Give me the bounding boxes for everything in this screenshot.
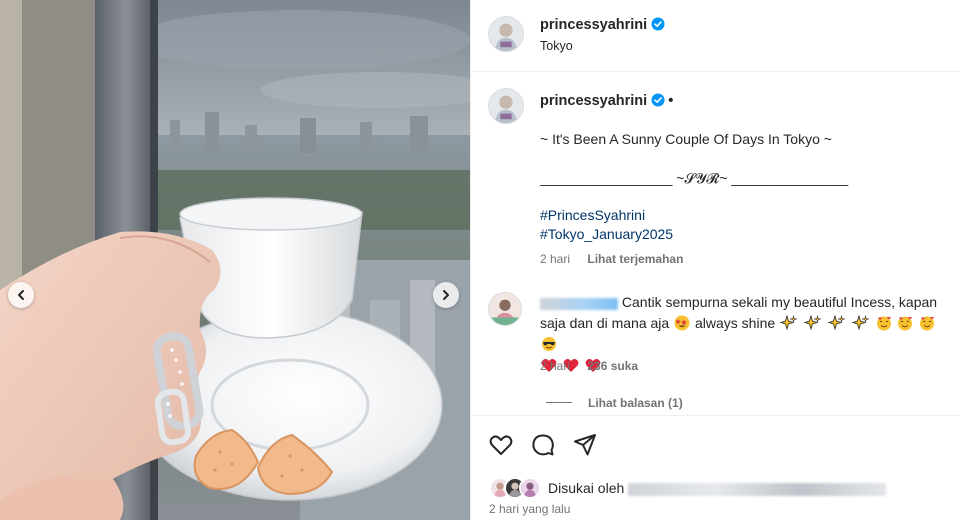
caption-author-avatar[interactable] <box>488 88 524 124</box>
smiling-hearts-emoji-icon <box>920 316 935 331</box>
hashtag-link[interactable]: #PrincesSyahrini <box>540 207 645 223</box>
commenter-username[interactable] <box>540 298 618 310</box>
author-avatar[interactable] <box>488 16 524 52</box>
see-translation-button[interactable]: Lihat terjemahan <box>587 252 683 266</box>
caption-username[interactable]: princessyahrini • <box>540 93 673 109</box>
verified-badge-icon <box>651 17 665 31</box>
liked-by-text: Disukai oleh <box>548 480 887 496</box>
photo-scene <box>0 0 470 520</box>
previous-photo-button[interactable] <box>8 282 34 308</box>
next-photo-button[interactable] <box>433 282 459 308</box>
comment-meta: 2 hari 236 suka <box>540 359 638 373</box>
sparkles-emoji-icon <box>851 315 870 331</box>
comment-likes-count[interactable]: 236 suka <box>587 359 638 373</box>
share-icon[interactable] <box>572 432 598 458</box>
header-username[interactable]: princessyahrini <box>540 17 665 33</box>
chevron-right-icon <box>443 290 449 300</box>
caption-line-1: ~ It's Been A Sunny Couple Of Days In To… <box>540 131 832 147</box>
comment-time[interactable]: 2 hari <box>540 359 570 373</box>
comment-text-tail: always shine <box>694 315 776 331</box>
location-link[interactable]: Tokyo <box>540 39 573 53</box>
verified-badge-icon <box>651 93 665 107</box>
liked-by-row: Disukai oleh <box>489 476 887 500</box>
post-date[interactable]: 2 hari yang lalu <box>489 502 570 516</box>
view-replies-button[interactable]: Lihat balasan (1) <box>546 396 683 410</box>
sparkles-emoji-icon <box>803 315 822 331</box>
chevron-left-icon <box>18 290 24 300</box>
commenter-avatar[interactable] <box>488 292 522 326</box>
smiling-hearts-emoji-icon <box>876 316 891 331</box>
caption-meta: 2 hari Lihat terjemahan <box>540 252 683 266</box>
post-photo[interactable] <box>0 0 470 520</box>
liker-avatar[interactable] <box>519 477 541 499</box>
caption-time[interactable]: 2 hari <box>540 252 570 266</box>
comment-icon[interactable] <box>530 432 556 458</box>
caption-line-2: _________________ ~𝓢𝓨𝓡~ _______________ <box>540 170 849 186</box>
liked-by-usernames[interactable] <box>628 483 887 496</box>
sparkles-emoji-icon <box>827 315 846 331</box>
smiling-hearts-emoji-icon <box>898 316 913 331</box>
separator-dot: • <box>668 93 674 109</box>
instagram-post-view: princessyahrini Tokyo princessyahrini • ~… <box>0 0 960 520</box>
post-header: princessyahrini Tokyo <box>471 0 960 72</box>
sunglasses-emoji-icon <box>542 337 556 351</box>
replies-divider-line <box>546 402 572 403</box>
post-actions: Disukai oleh 2 hari yang lalu <box>471 415 960 520</box>
sparkles-emoji-icon <box>780 315 798 331</box>
heart-icon[interactable] <box>488 432 514 458</box>
hashtag-link[interactable]: #Tokyo_January2025 <box>540 226 673 242</box>
star-struck-emoji-icon <box>674 315 690 331</box>
post-details-panel: princessyahrini Tokyo princessyahrini • ~… <box>470 0 960 520</box>
